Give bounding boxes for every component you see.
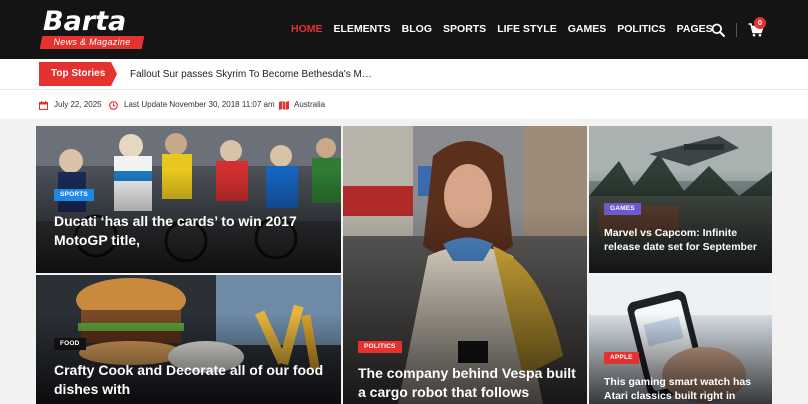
main-nav: HOME ELEMENTS BLOG SPORTS LIFE STYLE GAM… — [291, 22, 724, 36]
top-stories-label: Top Stories — [39, 62, 117, 86]
clock-icon — [109, 100, 118, 110]
map-icon — [279, 100, 289, 110]
card-title[interactable]: Crafty Cook and Decorate all of our food… — [54, 361, 329, 400]
site-header: Barta News & Magazine HOME ELEMENTS BLOG… — [0, 0, 808, 59]
featured-card-food[interactable]: FOOD Crafty Cook and Decorate all of our… — [36, 275, 341, 404]
logo-tagline: News & Magazine — [39, 36, 145, 49]
last-update-text: Last Update November 30, 2018 11:07 am — [124, 100, 275, 109]
card-title[interactable]: The company behind Vespa built a cargo r… — [358, 364, 580, 403]
location-text: Australia — [294, 100, 326, 109]
search-icon[interactable] — [711, 23, 725, 37]
nav-item-life-style[interactable]: LIFE STYLE — [497, 22, 557, 36]
nav-item-elements[interactable]: ELEMENTS — [334, 22, 391, 36]
card-title[interactable]: Marvel vs Capcom: Infinite release date … — [604, 226, 764, 255]
top-stories-ticker: Top Stories Fallout Sur passes Skyrim To… — [0, 59, 808, 90]
featured-card-apple[interactable]: APPLE This gaming smart watch has Atari … — [589, 275, 772, 404]
nav-item-sports[interactable]: SPORTS — [443, 22, 486, 36]
card-title[interactable]: This gaming smart watch has Atari classi… — [604, 375, 764, 404]
date-item: July 22, 2025 — [39, 100, 102, 110]
last-update-item: Last Update November 30, 2018 11:07 am — [109, 100, 275, 110]
category-badge[interactable]: FOOD — [54, 338, 86, 350]
card-title[interactable]: Ducati ‘has all the cards’ to win 2017 M… — [54, 212, 329, 251]
logo-tagline-text: News & Magazine — [53, 37, 131, 47]
featured-card-sports[interactable]: SPORTS Ducati ‘has all the cards’ to win… — [36, 126, 341, 273]
nav-item-pages[interactable]: PAGES — [677, 22, 713, 36]
logo-wordmark: Barta — [43, 6, 127, 37]
featured-card-politics[interactable]: POLITICS The company behind Vespa built … — [343, 126, 587, 404]
meta-bar: July 22, 2025 Last Update November 30, 2… — [0, 90, 808, 119]
nav-item-home[interactable]: HOME — [291, 22, 323, 36]
nav-item-games[interactable]: GAMES — [568, 22, 607, 36]
featured-card-games[interactable]: GAMES Marvel vs Capcom: Infinite release… — [589, 126, 772, 273]
current-date: July 22, 2025 — [54, 100, 102, 109]
category-badge[interactable]: POLITICS — [358, 341, 402, 353]
card-gradient — [343, 126, 587, 404]
location-item: Australia — [279, 100, 325, 110]
category-badge[interactable]: APPLE — [604, 352, 639, 364]
cart-count-badge: 0 — [754, 17, 766, 29]
nav-item-blog[interactable]: BLOG — [402, 22, 432, 36]
category-badge[interactable]: SPORTS — [54, 189, 94, 201]
site-logo[interactable]: Barta News & Magazine — [39, 6, 146, 49]
header-divider — [736, 23, 737, 37]
calendar-icon — [39, 100, 48, 110]
ticker-headline[interactable]: Fallout Sur passes Skyrim To Become Beth… — [130, 68, 376, 81]
nav-item-politics[interactable]: POLITICS — [617, 22, 665, 36]
category-badge[interactable]: GAMES — [604, 203, 641, 215]
